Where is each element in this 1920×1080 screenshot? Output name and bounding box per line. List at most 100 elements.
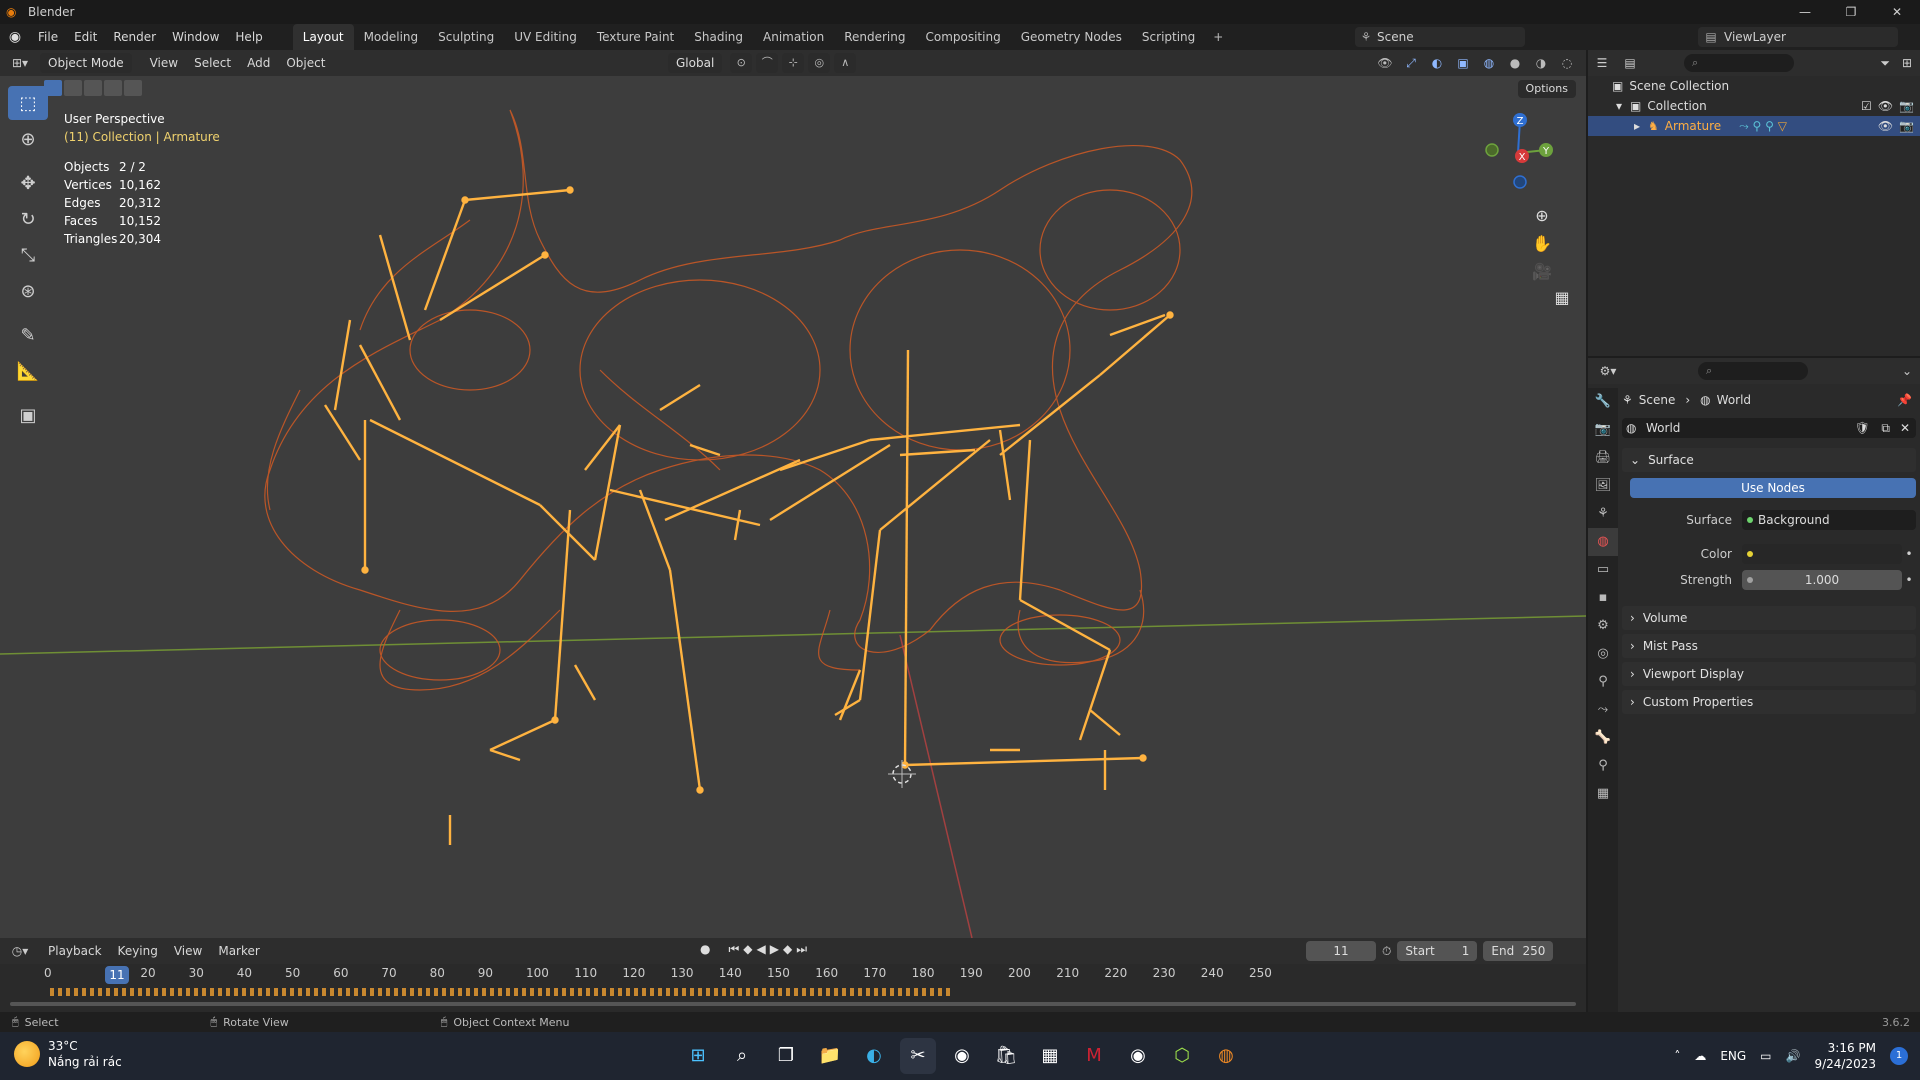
editor-type-icon[interactable]: ⊞▾ bbox=[0, 56, 40, 70]
tab-modeling[interactable]: Modeling bbox=[354, 24, 429, 50]
viewport-menu-select[interactable]: Select bbox=[186, 56, 239, 70]
perspective-toggle-icon[interactable]: ▦ bbox=[1550, 286, 1574, 310]
camera-render-icon[interactable]: 📷 bbox=[1899, 99, 1914, 113]
minimize-button[interactable]: — bbox=[1782, 0, 1828, 24]
xray-icon[interactable]: ▣ bbox=[1452, 53, 1474, 73]
menu-file[interactable]: File bbox=[30, 24, 66, 50]
next-keyframe-icon[interactable]: ◆ bbox=[783, 942, 792, 957]
frame-ruler[interactable]: 0 20 30 40 50 60 70 80 90 100 110 120 130 140 150 160 17… bbox=[0, 966, 1586, 984]
select-box-tool-icon[interactable]: ⬚ bbox=[8, 86, 48, 120]
timeline-menu-marker[interactable]: Marker bbox=[210, 944, 267, 958]
network-icon[interactable]: ▭ bbox=[1760, 1049, 1771, 1063]
rendered-shading-icon[interactable]: ◌ bbox=[1556, 53, 1578, 73]
pivot-icon[interactable]: ⊙ bbox=[730, 53, 753, 73]
bone-tab-icon[interactable]: 🦴 bbox=[1588, 724, 1618, 752]
play-icon[interactable]: ▶ bbox=[770, 942, 779, 957]
fake-user-icon[interactable]: 🛡 bbox=[1855, 421, 1870, 435]
view-layer-name[interactable]: ViewLayer bbox=[1724, 30, 1786, 44]
current-frame-field[interactable]: 11 bbox=[1306, 941, 1376, 961]
display-mode-icon[interactable]: ▤ bbox=[1616, 56, 1644, 70]
snap-icon[interactable]: ⌒ bbox=[756, 53, 779, 73]
play-reverse-icon[interactable]: ◀ bbox=[757, 942, 766, 957]
outliner-armature[interactable]: ▸ ♞ Armature ⤳ ⚲ ⚲ ▽ 👁 📷 bbox=[1588, 116, 1920, 136]
scene-selector[interactable]: ⚘ Scene bbox=[1355, 27, 1525, 47]
render-tab-icon[interactable]: 📷 bbox=[1588, 416, 1618, 444]
collapse-arrow-icon[interactable]: ▾ bbox=[1616, 99, 1622, 113]
pan-hand-icon[interactable]: ✋ bbox=[1530, 232, 1554, 256]
use-nodes-button[interactable]: Use Nodes bbox=[1630, 478, 1916, 498]
physics-tab-icon[interactable]: ◎ bbox=[1588, 640, 1618, 668]
outliner-scene-collection[interactable]: ▣ Scene Collection bbox=[1588, 76, 1920, 96]
viewport-menu-object[interactable]: Object bbox=[278, 56, 333, 70]
viewport-scene[interactable] bbox=[0, 50, 1586, 938]
unlink-icon[interactable]: ✕ bbox=[1900, 421, 1910, 435]
camera-render-icon[interactable]: 📷 bbox=[1899, 119, 1914, 133]
timeline-scrollbar[interactable] bbox=[10, 1002, 1576, 1006]
outliner-editor-type-icon[interactable]: ☰ bbox=[1588, 56, 1616, 70]
keyframe-dot-icon[interactable]: • bbox=[1902, 547, 1916, 561]
edge-browser-icon[interactable]: ◐ bbox=[856, 1038, 892, 1074]
end-frame-field[interactable]: End 250 bbox=[1483, 941, 1554, 961]
select-extend-icon[interactable] bbox=[64, 80, 82, 96]
current-frame-indicator[interactable]: 11 bbox=[105, 966, 129, 984]
add-cube-tool-icon[interactable]: ▣ bbox=[8, 398, 48, 432]
scene-name[interactable]: Scene bbox=[1377, 30, 1414, 44]
preview-range-icon[interactable]: ⏱ bbox=[1382, 941, 1391, 961]
exclude-checkbox-icon[interactable]: ☑ bbox=[1861, 99, 1872, 113]
start-windows-icon[interactable]: ⊞ bbox=[680, 1038, 716, 1074]
blender-taskbar-icon[interactable]: ◍ bbox=[1208, 1038, 1244, 1074]
surface-shader-field[interactable]: Background bbox=[1742, 510, 1916, 530]
chrome-icon[interactable]: ◉ bbox=[944, 1038, 980, 1074]
axis-gizmo[interactable]: Z Y X bbox=[1468, 108, 1568, 198]
tray-overflow-icon[interactable]: ˄ bbox=[1674, 1049, 1680, 1063]
viewport-menu-add[interactable]: Add bbox=[239, 56, 278, 70]
outliner-collection[interactable]: ▾ ▣ Collection ☑ 👁 📷 bbox=[1588, 96, 1920, 116]
jump-start-icon[interactable]: ⏮ bbox=[728, 942, 739, 957]
material-shading-icon[interactable]: ◑ bbox=[1530, 53, 1552, 73]
tab-rendering[interactable]: Rendering bbox=[834, 24, 915, 50]
file-explorer-icon[interactable]: 📁 bbox=[812, 1038, 848, 1074]
tool-tab-icon[interactable]: 🔧 bbox=[1588, 388, 1618, 416]
snap-target-icon[interactable]: ⊹ bbox=[782, 53, 805, 73]
solid-shading-icon[interactable]: ● bbox=[1504, 53, 1526, 73]
viewport-display-panel-header[interactable]: › Viewport Display bbox=[1622, 662, 1916, 686]
color-field[interactable] bbox=[1742, 544, 1902, 564]
outliner-search-input[interactable]: ⌕ bbox=[1684, 54, 1794, 72]
tab-compositing[interactable]: Compositing bbox=[915, 24, 1010, 50]
search-icon[interactable]: ⌕ bbox=[724, 1038, 760, 1074]
tab-uv-editing[interactable]: UV Editing bbox=[504, 24, 587, 50]
tab-layout[interactable]: Layout bbox=[292, 24, 354, 50]
orientation-select[interactable]: Global bbox=[668, 53, 723, 73]
rotate-tool-icon[interactable]: ↻ bbox=[8, 202, 48, 236]
constraints-tab-icon[interactable]: ⚲ bbox=[1588, 668, 1618, 696]
overlay-toggle-icon[interactable]: ◐ bbox=[1426, 53, 1448, 73]
object-tab-icon[interactable]: ▪ bbox=[1588, 584, 1618, 612]
eye-icon[interactable]: 👁 bbox=[1878, 99, 1893, 113]
blender-menu-icon[interactable]: ◉ bbox=[0, 29, 30, 45]
scene-tab-icon[interactable]: ⚘ bbox=[1588, 500, 1618, 528]
tab-geometry-nodes[interactable]: Geometry Nodes bbox=[1011, 24, 1132, 50]
timeline-editor-type-icon[interactable]: ◷▾ bbox=[0, 944, 40, 958]
world-datablock-field[interactable]: ◍ World 🛡 ⧉ ✕ bbox=[1622, 418, 1916, 438]
viewport-menu-view[interactable]: View bbox=[142, 56, 186, 70]
task-view-icon[interactable]: ❐ bbox=[768, 1038, 804, 1074]
input-language[interactable]: ENG bbox=[1720, 1049, 1746, 1063]
volume-icon[interactable]: 🔊 bbox=[1786, 1049, 1801, 1063]
gpu-tool-icon[interactable]: ⬡ bbox=[1164, 1038, 1200, 1074]
new-collection-icon[interactable]: ⊞ bbox=[1902, 56, 1912, 70]
bone-constraint-tab-icon[interactable]: ⚲ bbox=[1588, 752, 1618, 780]
texture-tab-icon[interactable]: ▦ bbox=[1588, 780, 1618, 808]
options-button[interactable]: Options bbox=[1517, 80, 1576, 98]
chrome-profile-icon[interactable]: ◉ bbox=[1120, 1038, 1156, 1074]
move-tool-icon[interactable]: ✥ bbox=[8, 166, 48, 200]
onedrive-icon[interactable]: ☁ bbox=[1694, 1049, 1706, 1063]
modifier-tab-icon[interactable]: ⚙ bbox=[1588, 612, 1618, 640]
cursor-tool-icon[interactable]: ⊕ bbox=[8, 122, 48, 156]
tab-animation[interactable]: Animation bbox=[753, 24, 834, 50]
properties-editor-type-icon[interactable]: ⚙▾ bbox=[1588, 364, 1628, 378]
notification-badge[interactable]: 1 bbox=[1890, 1047, 1908, 1065]
world-name[interactable]: World bbox=[1646, 421, 1680, 435]
output-tab-icon[interactable]: 🖨 bbox=[1588, 444, 1618, 472]
duplicate-icon[interactable]: ⧉ bbox=[1881, 421, 1890, 436]
scale-tool-icon[interactable]: ⤡ bbox=[8, 238, 48, 272]
